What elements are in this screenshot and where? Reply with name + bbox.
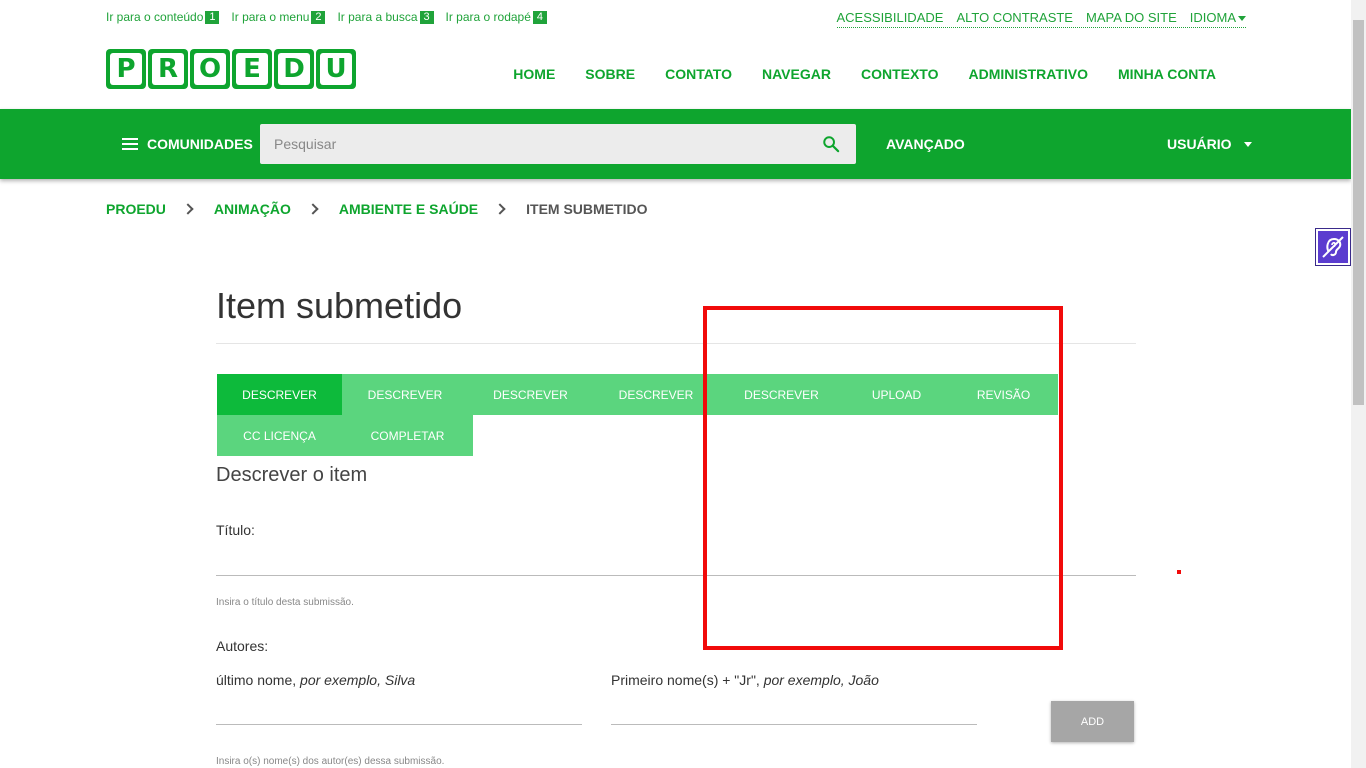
logo-letter: D	[274, 49, 314, 89]
logo-letter-text: E	[236, 53, 268, 85]
annotation-dot	[1177, 570, 1181, 574]
skip-links: Ir para o conteúdo 1 Ir para o menu 2 Ir p…	[106, 10, 559, 24]
breadcrumb-current: ITEM SUBMETIDO	[526, 201, 648, 217]
authors-help-text: Insira o(s) nome(s) dos autor(es) dessa …	[216, 756, 445, 767]
last-name-label: último nome, por exemplo, Silva	[216, 672, 415, 688]
high-contrast-link[interactable]: ALTO CONTRASTE	[956, 10, 1073, 25]
step-tab-describe-3[interactable]: DESCREVER	[468, 374, 593, 415]
search-input[interactable]	[260, 124, 800, 164]
site-logo[interactable]: P R O E D U	[106, 49, 356, 89]
first-name-input[interactable]	[611, 724, 977, 725]
menu-icon	[122, 138, 138, 150]
communities-label: COMUNIDADES	[147, 136, 253, 152]
nav-contato[interactable]: CONTATO	[665, 66, 732, 82]
first-name-label: Primeiro nome(s) + "Jr", por exemplo, Jo…	[611, 672, 879, 688]
skip-link-label: Ir para o menu	[231, 10, 310, 24]
sitemap-link[interactable]: MAPA DO SITE	[1086, 10, 1177, 25]
logo-letter-text: R	[152, 53, 184, 85]
chevron-right-icon	[494, 203, 506, 215]
nav-home[interactable]: HOME	[513, 66, 555, 82]
logo-letter: R	[148, 49, 188, 89]
skip-link-footer[interactable]: Ir para o rodapé 4	[446, 10, 547, 24]
nav-minha-conta[interactable]: MINHA CONTA	[1118, 66, 1216, 82]
nav-contexto[interactable]: CONTEXTO	[861, 66, 939, 82]
logo-letter-text: U	[320, 53, 352, 85]
skip-link-content[interactable]: Ir para o conteúdo 1	[106, 10, 220, 24]
skip-link-label: Ir para a busca	[337, 10, 418, 24]
last-name-example: por exemplo, Silva	[300, 672, 416, 688]
utility-nav: ACESSIBILIDADE ALTO CONTRASTE MAPA DO SI…	[836, 10, 1246, 28]
scrollbar-thumb[interactable]	[1353, 20, 1364, 405]
logo-letter: O	[190, 49, 230, 89]
nav-navegar[interactable]: NAVEGAR	[762, 66, 831, 82]
first-name-example: por exemplo, João	[763, 672, 879, 688]
last-name-input[interactable]	[216, 724, 582, 725]
title-field-label: Título:	[216, 522, 255, 538]
title-help-text: Insira o título desta submissão.	[216, 597, 354, 608]
step-tab-describe-2[interactable]: DESCREVER	[342, 374, 468, 415]
logo-letter-text: D	[278, 53, 310, 85]
caret-down-icon	[1243, 141, 1252, 147]
authors-label: Autores:	[216, 638, 269, 654]
search-toolbar: COMUNIDADES AVANÇADO USUÁRIO	[0, 109, 1351, 179]
annotation-highlight-box	[703, 306, 1063, 650]
add-author-button[interactable]: ADD	[1051, 701, 1134, 742]
logo-letter-text: O	[194, 53, 226, 85]
last-name-label-text: último nome,	[216, 672, 301, 688]
sign-language-widget[interactable]	[1315, 228, 1351, 266]
chevron-right-icon	[182, 203, 194, 215]
language-label: IDIOMA	[1189, 10, 1236, 25]
logo-letter: U	[316, 49, 356, 89]
user-menu[interactable]: USUÁRIO	[1167, 136, 1252, 152]
breadcrumb-item[interactable]: AMBIENTE E SAÚDE	[339, 201, 478, 217]
user-menu-label: USUÁRIO	[1167, 136, 1232, 152]
skip-link-number: 1	[205, 10, 220, 24]
nav-administrativo[interactable]: ADMINISTRATIVO	[968, 66, 1088, 82]
first-name-label-text: Primeiro nome(s) + "Jr",	[611, 672, 764, 688]
communities-button[interactable]: COMUNIDADES	[122, 136, 253, 152]
chevron-right-icon	[307, 203, 319, 215]
skip-link-number: 3	[419, 10, 434, 24]
step-tab-describe-1[interactable]: DESCREVER	[217, 374, 342, 415]
advanced-search-link[interactable]: AVANÇADO	[886, 136, 965, 152]
breadcrumb: PROEDU ANIMAÇÃO AMBIENTE E SAÚDE ITEM SU…	[106, 201, 647, 217]
logo-letter: E	[232, 49, 272, 89]
skip-link-menu[interactable]: Ir para o menu 2	[231, 10, 326, 24]
caret-down-icon	[1238, 16, 1246, 22]
step-tab-license[interactable]: CC LICENÇA	[217, 415, 342, 456]
skip-link-number: 2	[311, 10, 326, 24]
page-scrollbar[interactable]	[1351, 0, 1366, 768]
logo-letter-text: P	[110, 53, 142, 85]
section-heading: Descrever o item	[216, 464, 368, 486]
page-title: Item submetido	[216, 285, 463, 326]
skip-link-label: Ir para o conteúdo	[106, 10, 204, 24]
logo-letter: P	[106, 49, 146, 89]
skip-link-label: Ir para o rodapé	[445, 10, 531, 24]
breadcrumb-item[interactable]: PROEDU	[106, 201, 166, 217]
accessibility-link[interactable]: ACESSIBILIDADE	[837, 10, 944, 25]
breadcrumb-item[interactable]: ANIMAÇÃO	[214, 201, 291, 217]
step-tab-complete[interactable]: COMPLETAR	[342, 415, 473, 456]
skip-link-search[interactable]: Ir para a busca 3	[337, 10, 434, 24]
search-box	[260, 124, 856, 164]
main-nav: HOME SOBRE CONTATO NAVEGAR CONTEXTO ADMI…	[483, 66, 1216, 82]
nav-sobre[interactable]: SOBRE	[585, 66, 635, 82]
skip-link-number: 4	[532, 10, 547, 24]
language-dropdown[interactable]: IDIOMA	[1190, 10, 1246, 25]
hearing-impaired-icon	[1322, 236, 1344, 258]
step-tab-describe-4[interactable]: DESCREVER	[593, 374, 719, 415]
search-icon[interactable]	[822, 135, 840, 153]
